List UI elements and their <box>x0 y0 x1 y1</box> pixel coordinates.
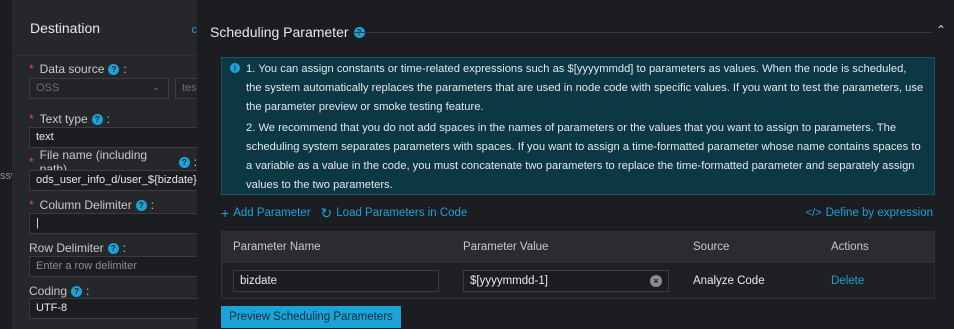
required-marker: * <box>29 62 34 76</box>
load-parameters-button[interactable]: ↻ Load Parameters in Code <box>321 206 468 220</box>
data-source-secondary-select[interactable]: test <box>175 78 197 99</box>
add-parameter-button[interactable]: + Add Parameter <box>221 206 311 220</box>
info-icon: i <box>230 63 240 73</box>
define-by-expression-button[interactable]: </> Define by expression <box>806 207 933 219</box>
destination-panel: Destination c *Data source?: OSS ⌄ test … <box>12 0 197 329</box>
coding-select[interactable]: UTF-8 <box>29 298 197 319</box>
plus-icon: + <box>221 205 230 221</box>
section-divider <box>353 32 932 33</box>
required-marker: * <box>29 198 34 212</box>
help-icon[interactable]: ? <box>107 242 119 254</box>
code-icon: </> <box>805 207 822 219</box>
column-delimiter-input[interactable]: | <box>29 213 197 234</box>
parameter-toolbar: + Add Parameter ↻ Load Parameters in Cod… <box>221 204 935 222</box>
header-parameter-name: Parameter Name <box>233 241 321 253</box>
parameter-name-input[interactable]: bizdate <box>233 269 439 292</box>
row-delimiter-input[interactable]: Enter a row delimiter <box>29 256 197 277</box>
column-delimiter-label: * Column Delimiter?: <box>29 198 155 212</box>
left-edge-text: ssw <box>0 170 12 182</box>
coding-label: Coding?: <box>29 284 90 298</box>
help-icon[interactable]: ? <box>178 156 190 168</box>
info-notice: i 1. You can assign constants or time-re… <box>221 57 935 195</box>
data-source-label: * Data source?: <box>29 62 127 76</box>
text-type-label: * Text type?: <box>29 112 111 126</box>
scheduling-parameter-panel: Scheduling Parameter ? ⌃ i 1. You can as… <box>198 0 954 329</box>
destination-collapse-toggle[interactable]: c <box>192 24 198 36</box>
help-icon[interactable]: ? <box>91 113 103 125</box>
parameter-table: Parameter Name Parameter Value Source Ac… <box>221 231 935 299</box>
section-title: Scheduling Parameter ? <box>210 24 365 40</box>
parameter-source: Analyze Code <box>693 274 765 287</box>
help-icon[interactable]: ? <box>135 199 147 211</box>
file-name-label: * File name (including path)?: <box>29 148 197 176</box>
data-source-select[interactable]: OSS ⌄ <box>29 78 169 99</box>
clear-icon[interactable]: × <box>650 274 662 287</box>
table-row: bizdate $[yyyymmdd-1] × Analyze Code Del… <box>222 262 934 298</box>
help-icon[interactable]: ? <box>108 63 120 75</box>
refresh-icon: ↻ <box>320 205 333 221</box>
file-name-input[interactable]: ods_user_info_d/user_${bizdate} <box>29 170 197 191</box>
required-marker: * <box>29 155 34 169</box>
table-header: Parameter Name Parameter Value Source Ac… <box>222 232 934 262</box>
delete-parameter-link[interactable]: Delete <box>831 275 864 287</box>
chevron-up-icon[interactable]: ⌃ <box>936 23 946 37</box>
notice-paragraph-1: 1. You can assign constants or time-rela… <box>246 63 924 113</box>
required-marker: * <box>29 112 34 126</box>
header-source: Source <box>693 241 730 253</box>
chevron-down-icon: ⌄ <box>151 82 160 93</box>
destination-title: Destination <box>30 19 101 36</box>
help-icon[interactable]: ? <box>71 285 83 297</box>
text-type-select[interactable]: text <box>29 127 197 148</box>
destination-header: Destination c <box>12 0 197 56</box>
parameter-value-input[interactable]: $[yyyymmdd-1] × <box>463 269 669 292</box>
row-delimiter-label: Row Delimiter?: <box>29 241 127 255</box>
header-parameter-value: Parameter Value <box>463 241 549 253</box>
header-actions: Actions <box>831 241 869 253</box>
notice-paragraph-2: 2. We recommend that you do not add spac… <box>246 122 921 191</box>
preview-scheduling-parameters-button[interactable]: Preview Scheduling Parameters <box>221 306 401 328</box>
